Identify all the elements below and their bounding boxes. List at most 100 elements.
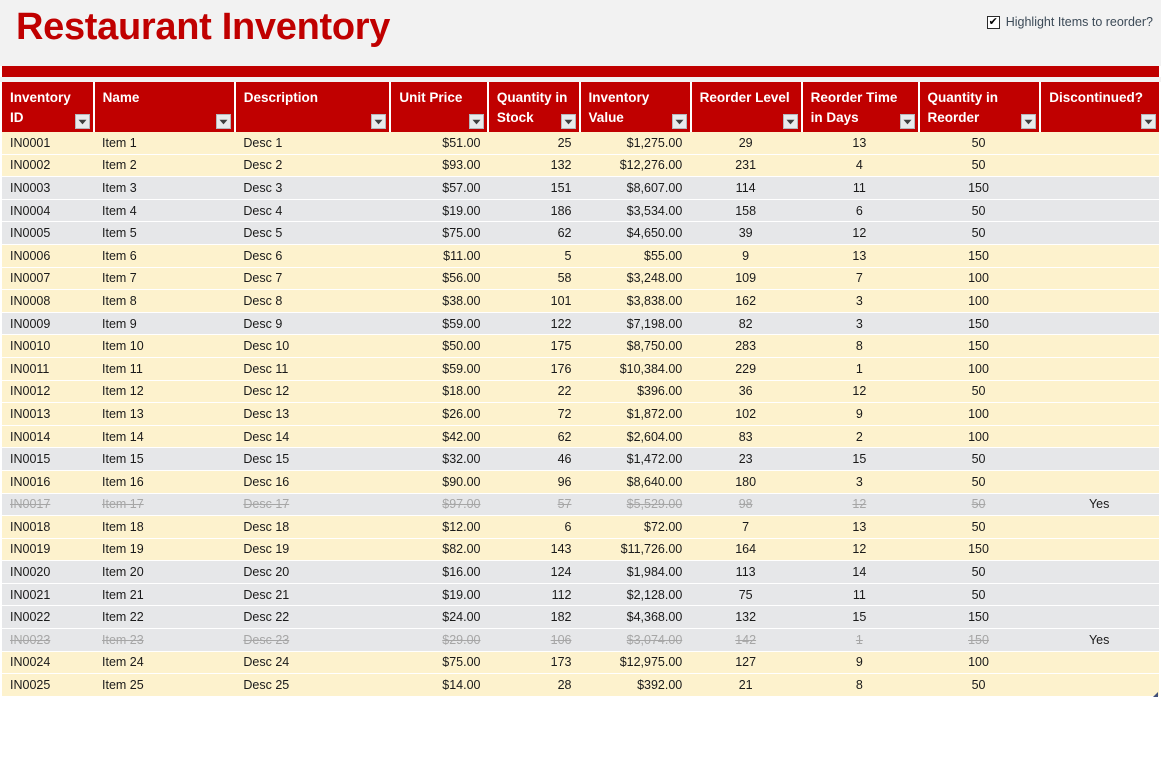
cell-name[interactable]: Item 16 bbox=[94, 475, 235, 489]
cell-qty_reorder[interactable]: 50 bbox=[918, 678, 1040, 692]
cell-qty_in_stock[interactable]: 57 bbox=[488, 497, 579, 511]
cell-description[interactable]: Desc 14 bbox=[235, 430, 391, 444]
cell-name[interactable]: Item 15 bbox=[94, 452, 235, 466]
chevron-down-icon[interactable] bbox=[560, 114, 576, 129]
cell-reorder_time[interactable]: 2 bbox=[801, 430, 918, 444]
cell-id[interactable]: IN0024 bbox=[2, 655, 94, 669]
cell-reorder_level[interactable]: 83 bbox=[690, 430, 801, 444]
table-row[interactable]: IN0007 Item 7 Desc 7 $56.00 58 $3,248.00 109 7 1… bbox=[2, 267, 1159, 291]
column-header-reorder_time[interactable]: Reorder Time in Days bbox=[802, 82, 918, 132]
table-row[interactable]: IN0024 Item 24 Desc 24 $75.00 173 $12,975.00 1… bbox=[2, 651, 1159, 675]
table-row[interactable]: IN0008 Item 8 Desc 8 $38.00 101 $3,838.00 162 3… bbox=[2, 290, 1159, 313]
cell-unit_price[interactable]: $38.00 bbox=[392, 294, 489, 308]
cell-reorder_level[interactable]: 82 bbox=[690, 317, 801, 331]
chevron-down-icon[interactable] bbox=[671, 114, 687, 129]
cell-qty_in_stock[interactable]: 124 bbox=[488, 565, 579, 579]
cell-inv_value[interactable]: $8,640.00 bbox=[580, 475, 691, 489]
cell-id[interactable]: IN0001 bbox=[2, 136, 94, 150]
cell-description[interactable]: Desc 21 bbox=[235, 588, 391, 602]
cell-reorder_level[interactable]: 132 bbox=[690, 610, 801, 624]
cell-unit_price[interactable]: $14.00 bbox=[392, 678, 489, 692]
cell-qty_in_stock[interactable]: 106 bbox=[488, 633, 579, 647]
cell-inv_value[interactable]: $72.00 bbox=[580, 520, 691, 534]
cell-qty_reorder[interactable]: 150 bbox=[918, 633, 1040, 647]
cell-inv_value[interactable]: $3,248.00 bbox=[580, 271, 691, 285]
table-row[interactable]: IN0001 Item 1 Desc 1 $51.00 25 $1,275.00 29 13 5… bbox=[2, 132, 1159, 155]
cell-inv_value[interactable]: $5,529.00 bbox=[580, 497, 691, 511]
cell-inv_value[interactable]: $1,872.00 bbox=[580, 407, 691, 421]
cell-reorder_level[interactable]: 7 bbox=[690, 520, 801, 534]
cell-id[interactable]: IN0013 bbox=[2, 407, 94, 421]
cell-description[interactable]: Desc 25 bbox=[235, 678, 391, 692]
cell-description[interactable]: Desc 22 bbox=[235, 610, 391, 624]
cell-discontinued[interactable]: Yes bbox=[1039, 633, 1159, 647]
table-row[interactable]: IN0010 Item 10 Desc 10 $50.00 175 $8,750.00 28… bbox=[2, 335, 1159, 358]
cell-reorder_time[interactable]: 11 bbox=[801, 181, 918, 195]
cell-unit_price[interactable]: $59.00 bbox=[392, 317, 489, 331]
cell-reorder_level[interactable]: 158 bbox=[690, 204, 801, 218]
cell-description[interactable]: Desc 11 bbox=[235, 362, 391, 376]
cell-reorder_time[interactable]: 6 bbox=[801, 204, 918, 218]
cell-name[interactable]: Item 14 bbox=[94, 430, 235, 444]
table-row[interactable]: IN0005 Item 5 Desc 5 $75.00 62 $4,650.00 39 12 5… bbox=[2, 222, 1159, 245]
column-header-discontinued[interactable]: Discontinued? bbox=[1041, 82, 1160, 132]
cell-reorder_level[interactable]: 113 bbox=[690, 565, 801, 579]
cell-id[interactable]: IN0020 bbox=[2, 565, 94, 579]
chevron-down-icon[interactable] bbox=[1021, 114, 1037, 129]
cell-id[interactable]: IN0025 bbox=[2, 678, 94, 692]
cell-qty_in_stock[interactable]: 151 bbox=[488, 181, 579, 195]
cell-unit_price[interactable]: $75.00 bbox=[392, 655, 489, 669]
cell-qty_reorder[interactable]: 50 bbox=[918, 475, 1040, 489]
cell-qty_in_stock[interactable]: 96 bbox=[488, 475, 579, 489]
cell-reorder_level[interactable]: 231 bbox=[690, 158, 801, 172]
table-row[interactable]: IN0022 Item 22 Desc 22 $24.00 182 $4,368.00 13… bbox=[2, 606, 1159, 630]
column-header-inv_value[interactable]: Inventory Value bbox=[580, 82, 690, 132]
cell-qty_in_stock[interactable]: 182 bbox=[488, 610, 579, 624]
cell-description[interactable]: Desc 17 bbox=[235, 497, 391, 511]
cell-description[interactable]: Desc 3 bbox=[235, 181, 391, 195]
cell-inv_value[interactable]: $2,128.00 bbox=[580, 588, 691, 602]
cell-id[interactable]: IN0010 bbox=[2, 339, 94, 353]
cell-reorder_time[interactable]: 13 bbox=[801, 520, 918, 534]
cell-id[interactable]: IN0011 bbox=[2, 362, 94, 376]
cell-description[interactable]: Desc 7 bbox=[235, 271, 391, 285]
chevron-down-icon[interactable] bbox=[215, 114, 231, 129]
cell-description[interactable]: Desc 24 bbox=[235, 655, 391, 669]
cell-inv_value[interactable]: $1,472.00 bbox=[580, 452, 691, 466]
cell-unit_price[interactable]: $19.00 bbox=[392, 204, 489, 218]
table-row[interactable]: IN0021 Item 21 Desc 21 $19.00 112 $2,128.00 75… bbox=[2, 583, 1159, 607]
cell-inv_value[interactable]: $1,275.00 bbox=[580, 136, 691, 150]
cell-reorder_time[interactable]: 14 bbox=[801, 565, 918, 579]
cell-qty_in_stock[interactable]: 186 bbox=[488, 204, 579, 218]
cell-name[interactable]: Item 2 bbox=[94, 158, 235, 172]
cell-unit_price[interactable]: $93.00 bbox=[392, 158, 489, 172]
table-row[interactable]: IN0009 Item 9 Desc 9 $59.00 122 $7,198.00 82 3 1… bbox=[2, 312, 1159, 336]
cell-id[interactable]: IN0016 bbox=[2, 475, 94, 489]
column-header-unit_price[interactable]: Unit Price bbox=[391, 82, 487, 132]
cell-id[interactable]: IN0008 bbox=[2, 294, 94, 308]
cell-unit_price[interactable]: $12.00 bbox=[392, 520, 489, 534]
table-row[interactable]: IN0025 Item 25 Desc 25 $14.00 28 $392.00 21 8 50 bbox=[2, 674, 1159, 697]
cell-inv_value[interactable]: $8,750.00 bbox=[580, 339, 691, 353]
cell-inv_value[interactable]: $4,650.00 bbox=[580, 226, 691, 240]
cell-description[interactable]: Desc 20 bbox=[235, 565, 391, 579]
cell-qty_in_stock[interactable]: 72 bbox=[488, 407, 579, 421]
cell-qty_reorder[interactable]: 100 bbox=[918, 294, 1040, 308]
cell-description[interactable]: Desc 19 bbox=[235, 542, 391, 556]
cell-description[interactable]: Desc 15 bbox=[235, 452, 391, 466]
cell-qty_in_stock[interactable]: 25 bbox=[488, 136, 579, 150]
cell-name[interactable]: Item 20 bbox=[94, 565, 235, 579]
cell-unit_price[interactable]: $50.00 bbox=[392, 339, 489, 353]
cell-description[interactable]: Desc 2 bbox=[235, 158, 391, 172]
cell-qty_in_stock[interactable]: 132 bbox=[488, 158, 579, 172]
cell-qty_in_stock[interactable]: 175 bbox=[488, 339, 579, 353]
cell-unit_price[interactable]: $56.00 bbox=[392, 271, 489, 285]
cell-name[interactable]: Item 12 bbox=[94, 384, 235, 398]
column-header-qty_reorder[interactable]: Quantity in Reorder bbox=[919, 82, 1040, 132]
cell-qty_reorder[interactable]: 150 bbox=[918, 339, 1040, 353]
table-row[interactable]: IN0020 Item 20 Desc 20 $16.00 124 $1,984.00 11… bbox=[2, 561, 1159, 584]
cell-qty_in_stock[interactable]: 143 bbox=[488, 542, 579, 556]
cell-unit_price[interactable]: $97.00 bbox=[392, 497, 489, 511]
cell-description[interactable]: Desc 9 bbox=[235, 317, 391, 331]
cell-reorder_level[interactable]: 283 bbox=[690, 339, 801, 353]
